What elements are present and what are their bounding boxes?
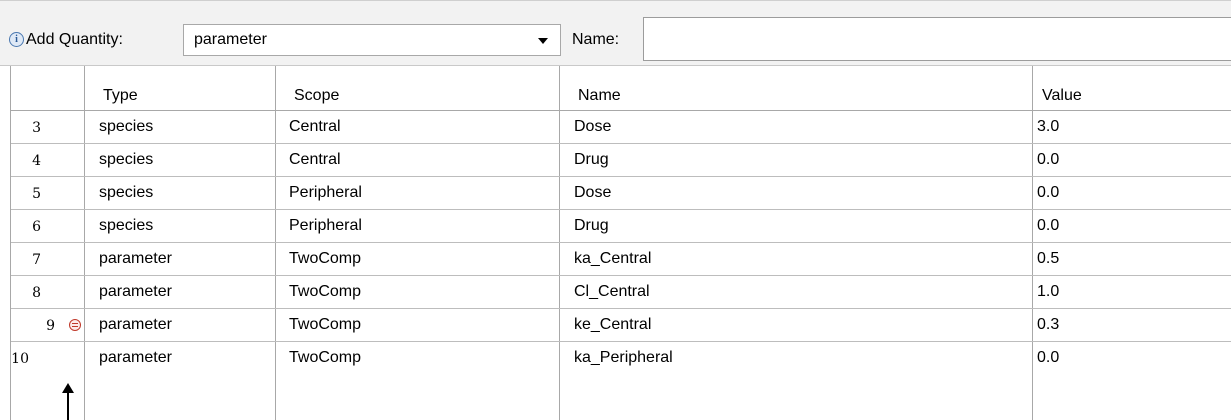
- scope-cell[interactable]: TwoComp: [289, 250, 361, 268]
- row-number: 10: [11, 351, 29, 367]
- value-cell[interactable]: 3.0: [1037, 118, 1059, 136]
- scope-cell[interactable]: Peripheral: [289, 217, 362, 235]
- scope-cell[interactable]: Central: [289, 151, 341, 169]
- type-cell[interactable]: species: [99, 151, 153, 169]
- add-quantity-toolbar: i Add Quantity: parameter Name:: [0, 0, 1231, 66]
- column-header-value[interactable]: Value: [1042, 87, 1082, 105]
- name-cell[interactable]: ka_Central: [574, 250, 651, 268]
- scope-cell[interactable]: Central: [289, 118, 341, 136]
- type-cell[interactable]: parameter: [99, 316, 172, 334]
- value-cell[interactable]: 0.3: [1037, 316, 1059, 334]
- scope-cell[interactable]: TwoComp: [289, 283, 361, 301]
- value-cell[interactable]: 0.0: [1037, 349, 1059, 367]
- table-row[interactable]: 9 parameter TwoComp ke_Central 0.3: [11, 309, 1231, 342]
- info-icon[interactable]: i: [9, 32, 24, 47]
- add-quantity-label: Add Quantity:: [26, 31, 123, 48]
- row-number: 7: [32, 252, 41, 268]
- column-header-type[interactable]: Type: [103, 87, 138, 105]
- column-header-scope[interactable]: Scope: [294, 87, 339, 105]
- up-arrow-icon: [62, 383, 74, 420]
- name-cell[interactable]: Drug: [574, 217, 609, 235]
- name-cell[interactable]: Dose: [574, 184, 611, 202]
- column-header-name[interactable]: Name: [578, 87, 621, 105]
- name-label: Name:: [572, 31, 620, 48]
- value-cell[interactable]: 0.0: [1037, 217, 1059, 235]
- name-cell[interactable]: ke_Central: [574, 316, 651, 334]
- table-row[interactable]: 10 parameter TwoComp ka_Peripheral 0.0: [11, 342, 1231, 375]
- row-number: 8: [32, 285, 41, 301]
- type-cell[interactable]: species: [99, 217, 153, 235]
- table-row[interactable]: 4 species Central Drug 0.0: [11, 144, 1231, 177]
- name-cell[interactable]: Drug: [574, 151, 609, 169]
- value-cell[interactable]: 0.5: [1037, 250, 1059, 268]
- table-row[interactable]: 5 species Peripheral Dose 0.0: [11, 177, 1231, 210]
- table-row[interactable]: 7 parameter TwoComp ka_Central 0.5: [11, 243, 1231, 276]
- name-cell[interactable]: Dose: [574, 118, 611, 136]
- type-cell[interactable]: parameter: [99, 250, 172, 268]
- type-cell[interactable]: parameter: [99, 283, 172, 301]
- value-cell[interactable]: 0.0: [1037, 184, 1059, 202]
- name-cell[interactable]: Cl_Central: [574, 283, 650, 301]
- type-cell[interactable]: species: [99, 118, 153, 136]
- table-row[interactable]: 8 parameter TwoComp Cl_Central 1.0: [11, 276, 1231, 309]
- row-number: 6: [32, 219, 41, 235]
- type-cell[interactable]: species: [99, 184, 153, 202]
- name-input[interactable]: [643, 17, 1231, 61]
- row-number: 3: [32, 120, 41, 136]
- scope-cell[interactable]: TwoComp: [289, 316, 361, 334]
- type-cell[interactable]: parameter: [99, 349, 172, 367]
- scope-cell[interactable]: Peripheral: [289, 184, 362, 202]
- table-row[interactable]: 6 species Peripheral Drug 0.0: [11, 210, 1231, 243]
- table-header: Type Scope Name Value: [11, 66, 1231, 111]
- quantity-type-dropdown[interactable]: parameter: [183, 24, 561, 56]
- name-cell[interactable]: ka_Peripheral: [574, 349, 673, 367]
- remove-row-icon[interactable]: [69, 319, 81, 331]
- value-cell[interactable]: 0.0: [1037, 151, 1059, 169]
- table-row[interactable]: 3 species Central Dose 3.0: [11, 111, 1231, 144]
- chevron-down-icon: [538, 38, 548, 44]
- value-cell[interactable]: 1.0: [1037, 283, 1059, 301]
- scope-cell[interactable]: TwoComp: [289, 349, 361, 367]
- quantity-type-value: parameter: [194, 31, 267, 48]
- row-number: 5: [32, 186, 41, 202]
- row-number: 9: [46, 318, 55, 334]
- row-number: 4: [32, 153, 41, 169]
- quantity-table: Type Scope Name Value 3 species Central …: [10, 66, 1231, 420]
